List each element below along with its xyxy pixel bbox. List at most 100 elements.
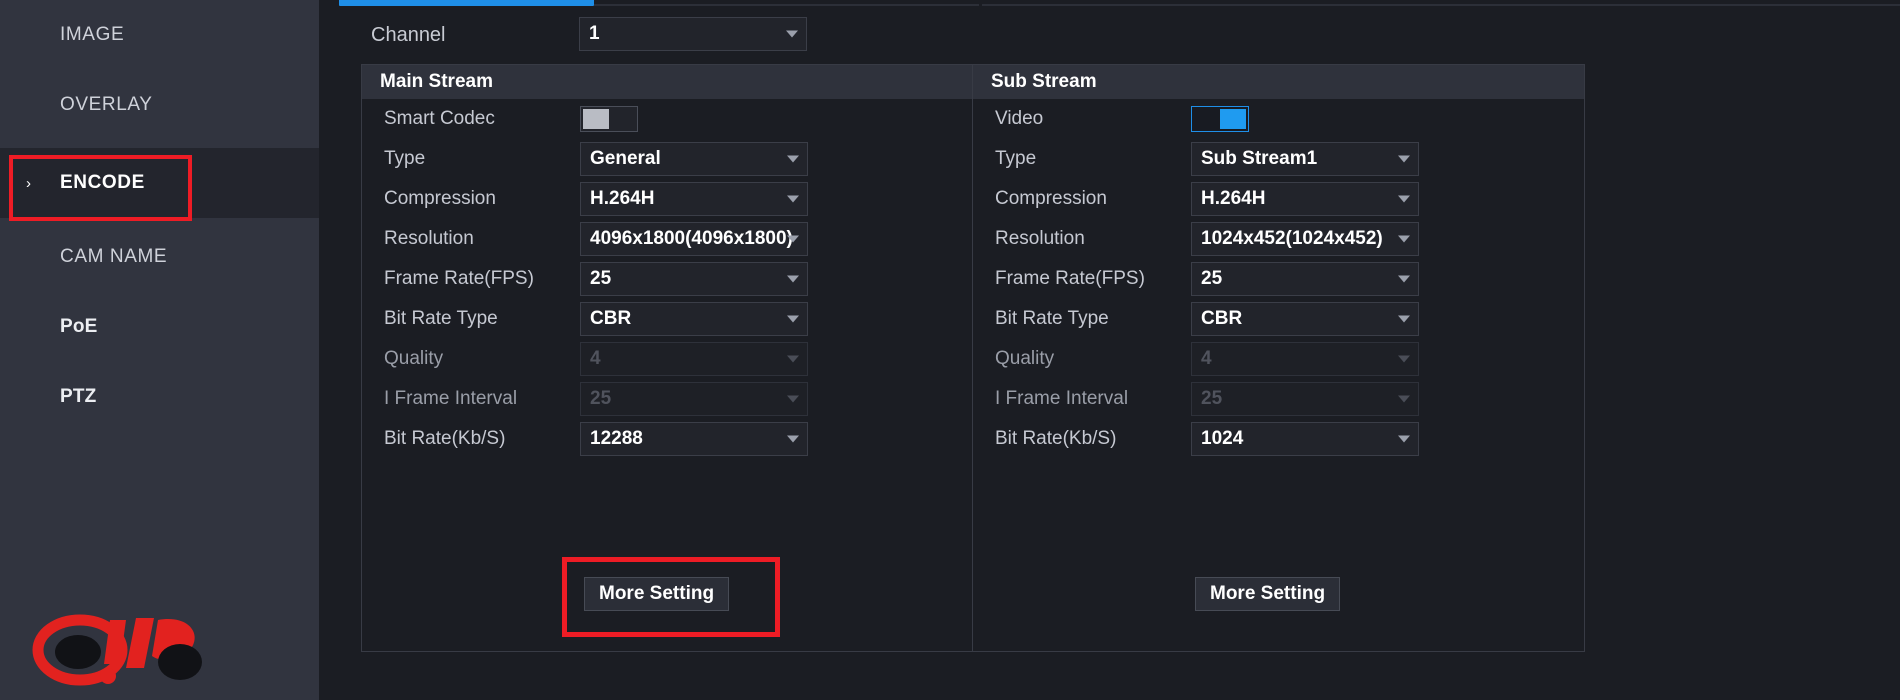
field-label: Quality: [384, 348, 444, 369]
field-row: Frame Rate(FPS) 25: [362, 259, 972, 299]
sidebar-item-label: OVERLAY: [60, 94, 153, 115]
type-value: Sub Stream1: [1201, 148, 1318, 169]
sidebar-item-label: PoE: [60, 316, 98, 337]
field-label: Resolution: [384, 228, 474, 249]
i-frame-interval-select: 25: [1191, 382, 1419, 416]
sidebar-item-ptz[interactable]: PTZ: [0, 362, 319, 432]
chevron-down-icon: [787, 195, 799, 203]
field-row: Bit Rate Type CBR: [362, 299, 972, 339]
compression-select[interactable]: H.264H: [1191, 182, 1419, 216]
field-label: I Frame Interval: [995, 388, 1129, 409]
field-label: Type: [384, 148, 426, 169]
sidebar-item-image[interactable]: IMAGE: [0, 0, 319, 70]
field-label: Bit Rate Type: [995, 308, 1109, 329]
chevron-down-icon: [787, 315, 799, 323]
tab-strip: [319, 0, 1900, 6]
field-row: Bit Rate(Kb/S) 1024: [973, 419, 1584, 459]
quality-value: 4: [1201, 348, 1212, 369]
bit-rate-type-select[interactable]: CBR: [1191, 302, 1419, 336]
chevron-down-icon: [787, 435, 799, 443]
field-label: Frame Rate(FPS): [384, 268, 534, 289]
compression-value: H.264H: [590, 188, 655, 209]
chevron-down-icon: [787, 155, 799, 163]
channel-select[interactable]: 1: [579, 17, 807, 51]
channel-row: Channel 1: [371, 17, 991, 53]
field-row: Bit Rate Type CBR: [973, 299, 1584, 339]
field-row: Compression H.264H: [973, 179, 1584, 219]
bit-rate-type-value: CBR: [1201, 308, 1243, 329]
tab-divider-2: [982, 4, 1900, 6]
frame-rate-fps-select[interactable]: 25: [580, 262, 808, 296]
toggle-knob: [583, 109, 609, 129]
field-row: Video: [973, 99, 1584, 139]
field-label: Quality: [995, 348, 1055, 369]
frame-rate-fps-value: 25: [590, 268, 612, 289]
type-select[interactable]: General: [580, 142, 808, 176]
chevron-down-icon: [1398, 235, 1410, 243]
field-row: Type Sub Stream1: [973, 139, 1584, 179]
channel-select-value: 1: [589, 23, 600, 44]
field-row: Quality 4: [973, 339, 1584, 379]
chevron-down-icon: [1398, 395, 1410, 403]
quality-select: 4: [1191, 342, 1419, 376]
resolution-value: 4096x1800(4096x1800): [590, 228, 793, 249]
bit-rate-kb-s-select[interactable]: 1024: [1191, 422, 1419, 456]
field-label: Resolution: [995, 228, 1085, 249]
sub-more-setting-button[interactable]: More Setting: [1195, 577, 1341, 611]
i-frame-interval-select: 25: [580, 382, 808, 416]
tab-divider-1: [594, 4, 979, 6]
field-row: Resolution 1024x452(1024x452): [973, 219, 1584, 259]
sub-stream-title: Sub Stream: [973, 65, 1584, 99]
active-tab-underline: [339, 0, 594, 6]
toggle-knob: [1220, 109, 1246, 129]
chevron-down-icon: [1398, 275, 1410, 283]
field-label: Smart Codec: [384, 108, 495, 129]
frame-rate-fps-select[interactable]: 25: [1191, 262, 1419, 296]
bit-rate-kb-s-select[interactable]: 12288: [580, 422, 808, 456]
bit-rate-kb-s-value: 12288: [590, 428, 643, 449]
sidebar-item-cam-name[interactable]: CAM NAME: [0, 222, 319, 292]
sub-stream-panel: Sub Stream Video Type Sub Stream1 Compressi…: [973, 64, 1585, 652]
bit-rate-type-select[interactable]: CBR: [580, 302, 808, 336]
field-row: Smart Codec: [362, 99, 972, 139]
video-toggle[interactable]: [1191, 106, 1249, 132]
i-frame-interval-value: 25: [1201, 388, 1223, 409]
field-label: Bit Rate(Kb/S): [384, 428, 506, 449]
i-frame-interval-value: 25: [590, 388, 612, 409]
compression-select[interactable]: H.264H: [580, 182, 808, 216]
chevron-down-icon: [787, 275, 799, 283]
field-label: Bit Rate(Kb/S): [995, 428, 1117, 449]
chevron-down-icon: [1398, 195, 1410, 203]
sidebar-item-label: CAM NAME: [60, 246, 168, 267]
field-label: Frame Rate(FPS): [995, 268, 1145, 289]
main-stream-panel: Main Stream Smart Codec Type General Compre…: [361, 64, 973, 652]
chevron-down-icon: [1398, 155, 1410, 163]
smart-codec-toggle[interactable]: [580, 106, 638, 132]
field-label: Video: [995, 108, 1044, 129]
encode-settings-screen: IMAGE OVERLAY › ENCODE CAM NAME PoE PTZ: [0, 0, 1900, 700]
resolution-value: 1024x452(1024x452): [1201, 228, 1383, 249]
sidebar-item-poe[interactable]: PoE: [0, 292, 319, 362]
main-more-setting-button[interactable]: More Setting: [584, 577, 730, 611]
channel-label: Channel: [371, 24, 446, 46]
quality-select: 4: [580, 342, 808, 376]
field-row: Resolution 4096x1800(4096x1800): [362, 219, 972, 259]
field-row: I Frame Interval 25: [362, 379, 972, 419]
resolution-select[interactable]: 4096x1800(4096x1800): [580, 222, 808, 256]
chevron-right-icon: ›: [26, 174, 32, 192]
chevron-down-icon: [1398, 315, 1410, 323]
sidebar-item-overlay[interactable]: OVERLAY: [0, 70, 319, 140]
resolution-select[interactable]: 1024x452(1024x452): [1191, 222, 1419, 256]
field-row: Type General: [362, 139, 972, 179]
field-label: Compression: [384, 188, 496, 209]
frame-rate-fps-value: 25: [1201, 268, 1223, 289]
bit-rate-kb-s-value: 1024: [1201, 428, 1244, 449]
type-value: General: [590, 148, 661, 169]
type-select[interactable]: Sub Stream1: [1191, 142, 1419, 176]
field-row: Quality 4: [362, 339, 972, 379]
sidebar-item-encode[interactable]: › ENCODE: [0, 148, 319, 218]
chevron-down-icon: [1398, 355, 1410, 363]
aip-logo: [28, 602, 228, 692]
field-row: Frame Rate(FPS) 25: [973, 259, 1584, 299]
main-more-row: More Setting: [362, 557, 972, 637]
